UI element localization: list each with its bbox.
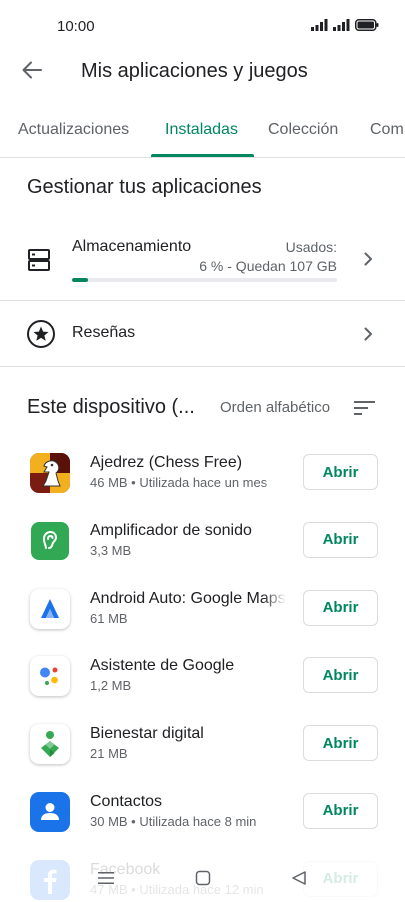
app-list-item[interactable]: Ajedrez (Chess Free) 46 MB • Utilizada h… <box>0 438 405 506</box>
app-details: 1,2 MB <box>90 678 132 694</box>
app-name: Asistente de Google <box>90 657 235 675</box>
manage-section-title: Gestionar tus aplicaciones <box>27 176 262 198</box>
app-details: 61 MB <box>90 610 128 626</box>
status-time: 10:00 <box>57 18 95 35</box>
android-auto-icon <box>30 588 70 629</box>
back-button[interactable] <box>18 58 46 86</box>
signal-icon <box>333 18 350 36</box>
storage-progress-bar <box>72 278 337 282</box>
arrow-back-icon <box>22 61 42 84</box>
app-details: 30 MB • Utilizada hace 8 min <box>90 813 257 829</box>
contacts-icon <box>30 791 70 832</box>
app-name: Contactos <box>90 792 163 810</box>
open-button[interactable]: Abrir <box>303 454 378 490</box>
open-button[interactable]: Abrir <box>303 657 378 694</box>
storage-detail: 6 % - Quedan 107 GB <box>199 258 337 274</box>
app-details: 21 MB <box>90 746 128 762</box>
tab-instaladas[interactable]: Instaladas <box>165 121 238 139</box>
system-nav-bar <box>0 858 405 902</box>
open-button[interactable]: Abrir <box>303 792 378 829</box>
chevron-right-icon <box>361 252 375 266</box>
app-name: Android Auto: Google Maps <box>90 589 286 607</box>
device-section-title: Este dispositivo (... <box>27 396 195 418</box>
storage-progress-fill <box>72 278 88 282</box>
tab-more[interactable]: Com <box>370 121 404 139</box>
app-name: Bienestar digital <box>90 725 204 743</box>
app-list-item[interactable]: Amplificador de sonido 3,3 MB Abrir <box>0 506 405 574</box>
star-circle-icon <box>26 319 56 354</box>
reviews-row[interactable]: Reseñas <box>0 301 405 366</box>
sound-amplifier-icon <box>30 520 70 561</box>
back-nav-icon[interactable] <box>288 867 310 889</box>
tab-bar: Actualizaciones Instaladas Colección Com <box>0 106 405 158</box>
sort-button[interactable]: Orden alfabético <box>220 399 330 416</box>
status-bar: 10:00 <box>0 0 405 52</box>
app-list-item[interactable]: Asistente de Google 1,2 MB Abrir <box>0 641 405 709</box>
app-details: 46 MB • Utilizada hace un mes <box>90 475 268 490</box>
app-list-item[interactable]: Android Auto: Google Maps 61 MB Abrir <box>0 574 405 642</box>
open-button[interactable]: Abrir <box>303 589 378 626</box>
app-details: 3,3 MB <box>90 542 132 558</box>
status-icons <box>311 18 379 36</box>
reviews-label: Reseñas <box>72 324 136 341</box>
tab-indicator <box>151 154 254 157</box>
divider <box>0 366 405 367</box>
sort-icon[interactable] <box>354 400 376 421</box>
open-button[interactable]: Abrir <box>303 521 378 558</box>
app-name: Amplificador de sonido <box>90 521 252 539</box>
menu-icon[interactable] <box>95 867 117 889</box>
page-title: Mis aplicaciones y juegos <box>81 60 308 82</box>
chess-icon <box>30 453 70 493</box>
app-list: Ajedrez (Chess Free) 46 MB • Utilizada h… <box>0 438 405 902</box>
tab-coleccion[interactable]: Colección <box>268 121 338 139</box>
storage-used-label: Usados: <box>285 239 337 255</box>
signal-icon <box>311 18 328 36</box>
app-bar: Mis aplicaciones y juegos <box>0 52 405 92</box>
home-icon[interactable] <box>192 867 214 889</box>
app-list-item[interactable]: Bienestar digital 21 MB Abrir <box>0 709 405 777</box>
digital-wellbeing-icon <box>30 724 70 765</box>
storage-icon <box>27 248 51 277</box>
battery-icon <box>355 18 379 36</box>
storage-row[interactable]: Almacenamiento Usados: 6 % - Quedan 107 … <box>0 226 405 300</box>
app-list-item[interactable]: Contactos 30 MB • Utilizada hace 8 min A… <box>0 777 405 845</box>
open-button[interactable]: Abrir <box>303 725 378 762</box>
google-assistant-icon <box>30 656 70 697</box>
tab-actualizaciones[interactable]: Actualizaciones <box>18 121 129 139</box>
storage-title: Almacenamiento <box>72 238 192 255</box>
chevron-right-icon <box>361 327 375 341</box>
app-name: Ajedrez (Chess Free) <box>90 454 243 471</box>
